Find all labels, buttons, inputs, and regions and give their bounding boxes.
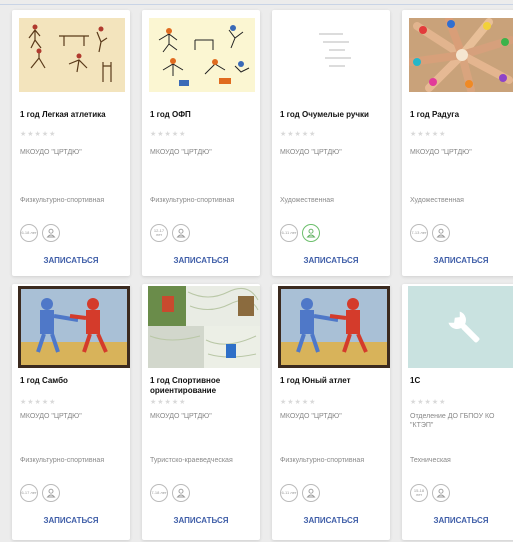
direction-label: Физкультурно-спортивная	[20, 457, 105, 464]
card-title[interactable]: 1 год Самбо	[20, 376, 126, 386]
card-title[interactable]: 1 год Очумелые ручки	[280, 110, 386, 120]
direction-label: Техническая	[410, 457, 451, 464]
program-card[interactable]: 1 год Спортивное ориентирование ★★★★★ МК…	[142, 284, 260, 540]
age-badge: 15-18 лет	[410, 484, 428, 502]
organization-name: МКОУДО "ЦРТДЮ"	[20, 149, 82, 156]
organization-name: Отделение ДО ГБПОУ КО "КТЭП"	[410, 413, 495, 429]
age-badge: 6-11 лет	[280, 484, 298, 502]
rating-stars: ★★★★★	[20, 131, 57, 138]
card-title[interactable]: 1 год Спортивное ориентирование	[150, 376, 256, 396]
person-icon	[42, 484, 60, 502]
enroll-button[interactable]: ЗАПИСАТЬСЯ	[272, 256, 390, 265]
card-image[interactable]	[409, 18, 513, 92]
person-icon	[432, 224, 450, 242]
enroll-button[interactable]: ЗАПИСАТЬСЯ	[142, 516, 260, 525]
age-badge: 6-18 лет	[20, 224, 38, 242]
organization-name: МКОУДО "ЦРТДЮ"	[280, 413, 342, 420]
rating-stars: ★★★★★	[280, 399, 317, 406]
card-image[interactable]	[19, 18, 125, 92]
age-badge: 6-11 лет	[280, 224, 298, 242]
enroll-button[interactable]: ЗАПИСАТЬСЯ	[402, 516, 513, 525]
age-badge: 7-13 лет	[410, 224, 428, 242]
organization-name: МКОУДО "ЦРТДЮ"	[20, 413, 82, 420]
direction-label: Физкультурно-спортивная	[20, 197, 105, 204]
program-card[interactable]: 1 год Самбо ★★★★★ МКОУДО "ЦРТДЮ" Физкуль…	[12, 284, 130, 540]
card-image[interactable]	[148, 286, 260, 368]
enroll-button[interactable]: ЗАПИСАТЬСЯ	[402, 256, 513, 265]
wrench-icon[interactable]	[408, 286, 513, 368]
person-icon	[42, 224, 60, 242]
card-image[interactable]	[18, 286, 130, 368]
organization-name: МКОУДО "ЦРТДЮ"	[410, 149, 472, 156]
organization-name: МКОУДО "ЦРТДЮ"	[280, 149, 342, 156]
program-card[interactable]: 1 год Очумелые ручки ★★★★★ МКОУДО "ЦРТДЮ…	[272, 10, 390, 276]
card-title[interactable]: 1 год ОФП	[150, 110, 256, 120]
person-icon	[172, 484, 190, 502]
rating-stars: ★★★★★	[150, 399, 187, 406]
enroll-button[interactable]: ЗАПИСАТЬСЯ	[12, 516, 130, 525]
rating-stars: ★★★★★	[150, 131, 187, 138]
organization-name: МКОУДО "ЦРТДЮ"	[150, 413, 212, 420]
program-grid: 1 год Легкая атлетика ★★★★★ МКОУДО "ЦРТД…	[12, 10, 513, 540]
age-badge: 7-18 лет	[150, 484, 168, 502]
program-card[interactable]: 1 год Юный атлет ★★★★★ МКОУДО "ЦРТДЮ" Фи…	[272, 284, 390, 540]
direction-label: Художественная	[280, 197, 334, 204]
rating-stars: ★★★★★	[20, 399, 57, 406]
person-icon	[302, 224, 320, 242]
direction-label: Туристско-краеведческая	[150, 457, 233, 464]
enroll-button[interactable]: ЗАПИСАТЬСЯ	[142, 256, 260, 265]
organization-name: МКОУДО "ЦРТДЮ"	[150, 149, 212, 156]
card-title[interactable]: 1 год Радуга	[410, 110, 513, 120]
age-badge: 12-17 лет	[150, 224, 168, 242]
card-image[interactable]	[149, 18, 255, 92]
program-card[interactable]: 1 год Радуга ★★★★★ МКОУДО "ЦРТДЮ" Художе…	[402, 10, 513, 276]
card-image[interactable]	[278, 286, 390, 368]
person-icon	[172, 224, 190, 242]
rating-stars: ★★★★★	[280, 131, 317, 138]
direction-label: Художественная	[410, 197, 464, 204]
program-card[interactable]: 1 год ОФП ★★★★★ МКОУДО "ЦРТДЮ" Физкульту…	[142, 10, 260, 276]
rating-stars: ★★★★★	[410, 399, 447, 406]
enroll-button[interactable]: ЗАПИСАТЬСЯ	[12, 256, 130, 265]
program-card[interactable]: 1С ★★★★★ Отделение ДО ГБПОУ КО "КТЭП" Те…	[402, 284, 513, 540]
direction-label: Физкультурно-спортивная	[150, 197, 235, 204]
person-icon	[432, 484, 450, 502]
rating-stars: ★★★★★	[410, 131, 447, 138]
top-divider	[0, 4, 513, 5]
card-title[interactable]: 1 год Юный атлет	[280, 376, 386, 386]
enroll-button[interactable]: ЗАПИСАТЬСЯ	[272, 516, 390, 525]
person-icon	[302, 484, 320, 502]
direction-label: Физкультурно-спортивная	[280, 457, 365, 464]
program-card[interactable]: 1 год Легкая атлетика ★★★★★ МКОУДО "ЦРТД…	[12, 10, 130, 276]
card-image[interactable]	[279, 18, 385, 92]
card-title[interactable]: 1С	[410, 376, 513, 386]
card-title[interactable]: 1 год Легкая атлетика	[20, 110, 126, 120]
age-badge: 6-17 лет	[20, 484, 38, 502]
